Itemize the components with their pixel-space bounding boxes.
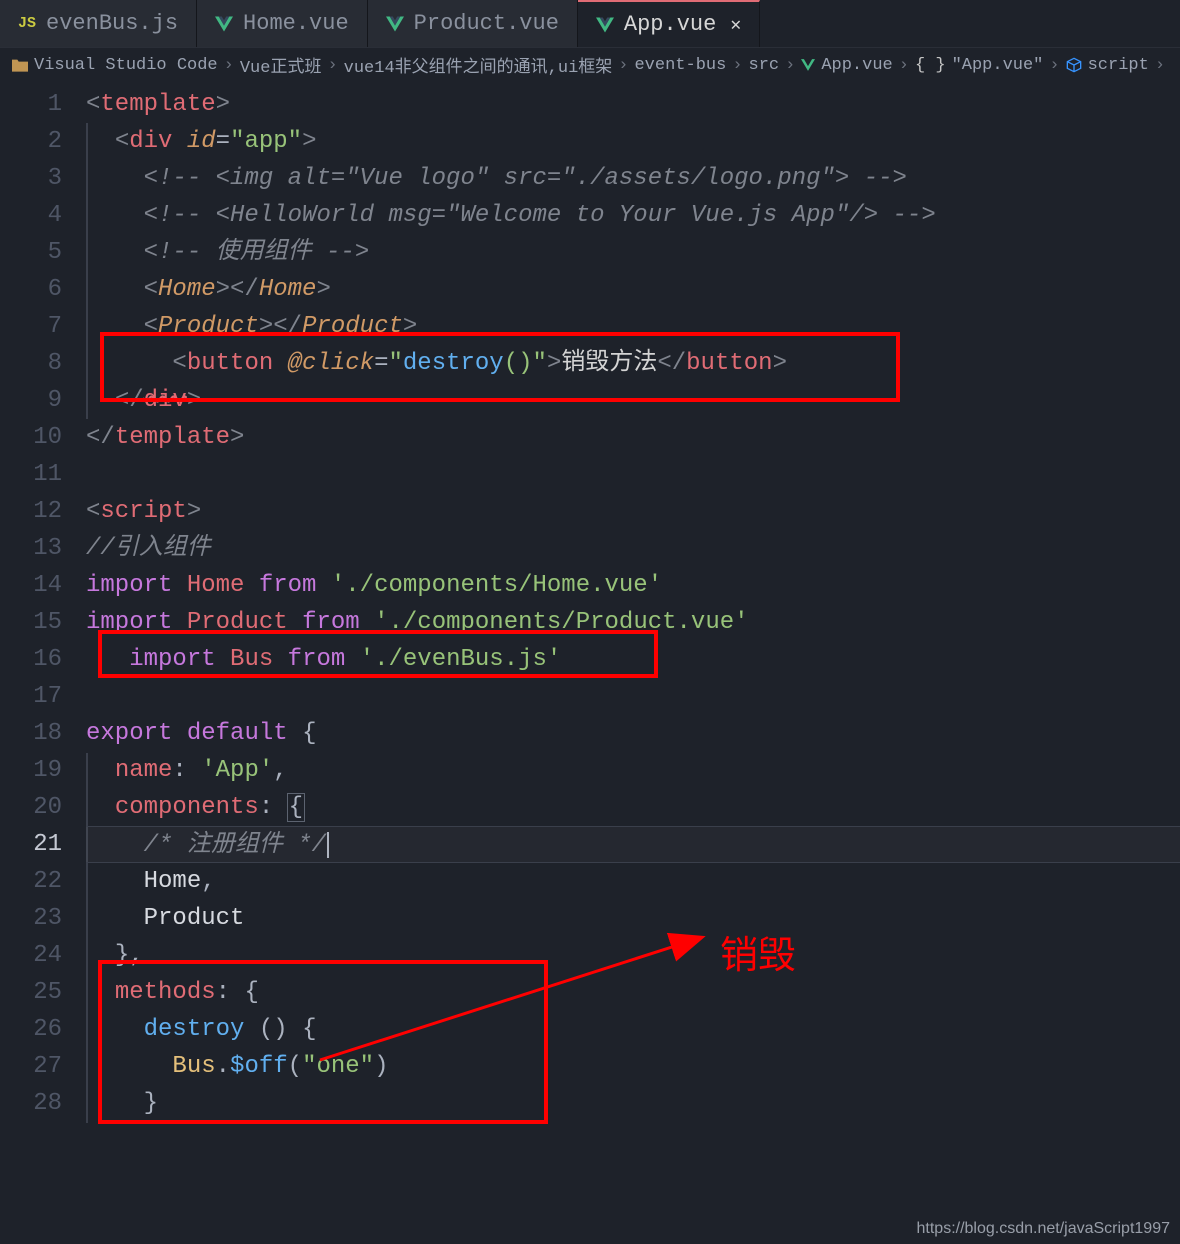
breadcrumb-item[interactable]: vue14非父组件之间的通讯,ui框架 bbox=[344, 52, 613, 78]
tab-label: evenBus.js bbox=[46, 11, 178, 36]
breadcrumb-item[interactable]: script bbox=[1088, 56, 1149, 75]
tab-app[interactable]: App.vue ✕ bbox=[578, 0, 760, 47]
chevron-right-icon: › bbox=[899, 56, 909, 75]
annotation-label: 销毁 bbox=[720, 924, 796, 979]
vue-icon bbox=[386, 16, 404, 32]
tab-evenbus[interactable]: JS evenBus.js bbox=[0, 0, 197, 47]
breadcrumb-item[interactable]: App.vue bbox=[821, 56, 892, 75]
vue-icon bbox=[801, 59, 815, 71]
breadcrumb-item[interactable]: Vue正式班 bbox=[240, 52, 322, 78]
vue-icon bbox=[215, 16, 233, 32]
folder-icon bbox=[12, 58, 28, 72]
tab-label: App.vue bbox=[624, 12, 716, 37]
line-number-gutter: 1 2 3 4 5 6 7 8 9 10 11 12 13 14 15 16 1… bbox=[0, 86, 86, 1122]
tab-product[interactable]: Product.vue bbox=[368, 0, 578, 47]
braces-icon: { } bbox=[915, 56, 946, 75]
breadcrumb-item[interactable]: Visual Studio Code bbox=[34, 56, 218, 75]
vue-icon bbox=[596, 17, 614, 33]
js-icon: JS bbox=[18, 15, 36, 32]
chevron-right-icon: › bbox=[1155, 56, 1165, 75]
code-editor[interactable]: 1 2 3 4 5 6 7 8 9 10 11 12 13 14 15 16 1… bbox=[0, 82, 1180, 1122]
cube-icon bbox=[1066, 57, 1082, 73]
close-icon[interactable]: ✕ bbox=[730, 14, 741, 36]
watermark-text: https://blog.csdn.net/javaScript1997 bbox=[917, 1220, 1171, 1238]
chevron-right-icon: › bbox=[618, 56, 628, 75]
tab-label: Home.vue bbox=[243, 11, 349, 36]
chevron-right-icon: › bbox=[224, 56, 234, 75]
chevron-right-icon: › bbox=[785, 56, 795, 75]
tab-home[interactable]: Home.vue bbox=[197, 0, 368, 47]
chevron-right-icon: › bbox=[1049, 56, 1059, 75]
editor-tabs: JS evenBus.js Home.vue Product.vue App.v… bbox=[0, 0, 1180, 48]
code-content[interactable]: <template> <div id="app"> <!-- <img alt=… bbox=[86, 86, 1180, 1122]
tab-label: Product.vue bbox=[414, 11, 559, 36]
chevron-right-icon: › bbox=[327, 56, 337, 75]
breadcrumb-item[interactable]: event-bus bbox=[634, 56, 726, 75]
chevron-right-icon: › bbox=[732, 56, 742, 75]
breadcrumb-item[interactable]: src bbox=[749, 56, 780, 75]
breadcrumb[interactable]: Visual Studio Code › Vue正式班 › vue14非父组件之… bbox=[0, 48, 1180, 82]
breadcrumb-item[interactable]: "App.vue" bbox=[952, 56, 1044, 75]
